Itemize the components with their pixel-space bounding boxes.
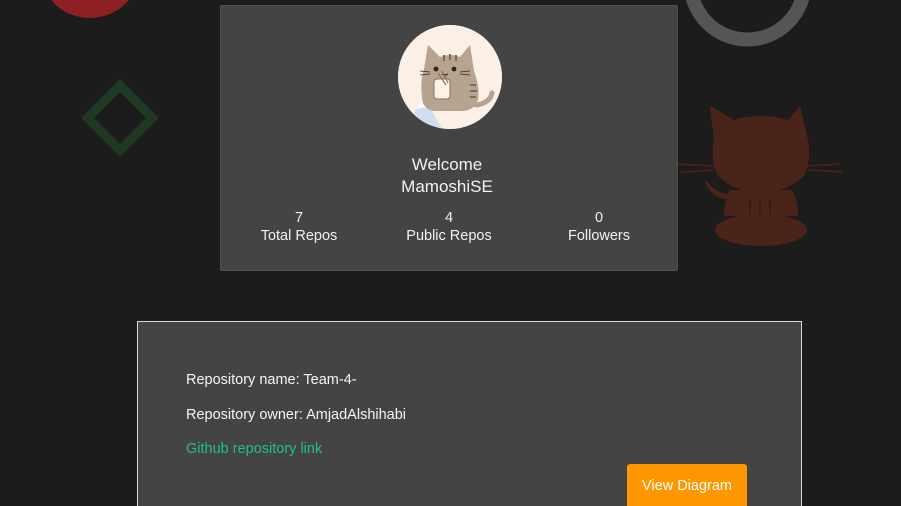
profile-card: Welcome MamoshiSE 7 Total Repos 4 Public… (220, 5, 678, 271)
stat-label: Total Repos (260, 228, 338, 244)
page: Welcome MamoshiSE 7 Total Repos 4 Public… (0, 0, 901, 506)
decorative-ring (685, 0, 810, 47)
avatar (398, 25, 502, 129)
view-diagram-button[interactable]: View Diagram (627, 464, 747, 506)
username: MamoshiSE (401, 177, 493, 196)
stat-value: 0 (594, 210, 604, 226)
stat-total-repos: 7 Total Repos (229, 209, 369, 245)
stat-followers: 0 Followers (529, 209, 669, 245)
octocat-icon (678, 106, 843, 246)
welcome-heading: Welcome MamoshiSE (221, 154, 673, 198)
stat-public-repos: 4 Public Repos (379, 209, 519, 245)
decorative-red-circle (42, 0, 138, 18)
github-repository-link[interactable]: Github repository link (186, 441, 322, 457)
stat-value: 4 (444, 210, 454, 226)
stat-value: 7 (294, 210, 304, 226)
repository-card: Repository name: Team-4- Repository owne… (137, 321, 802, 506)
repository-owner: Repository owner: AmjadAlshihabi (186, 407, 407, 423)
welcome-label: Welcome (411, 155, 483, 174)
repository-name: Repository name: Team-4- (186, 372, 357, 388)
stat-label: Public Repos (406, 228, 492, 244)
stat-label: Followers (567, 228, 631, 244)
pusheen-avatar-icon (398, 25, 502, 129)
